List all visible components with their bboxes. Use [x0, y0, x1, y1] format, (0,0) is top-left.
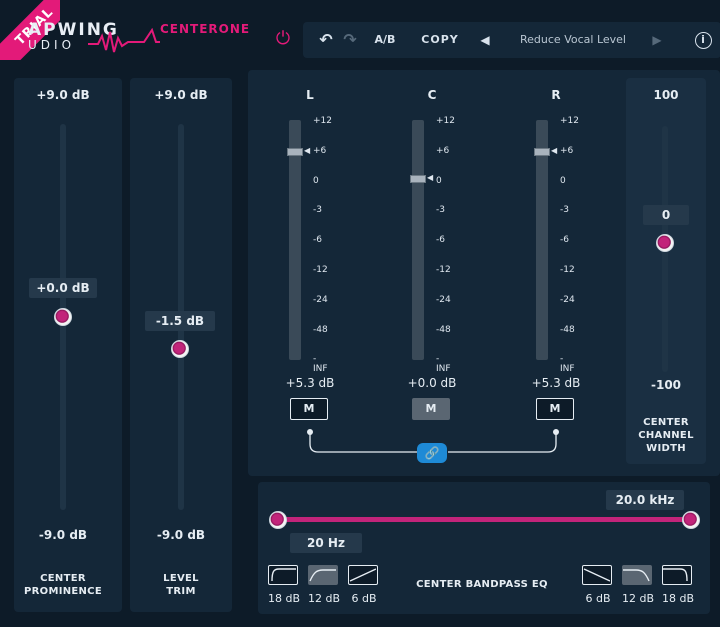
width-knob[interactable]	[656, 234, 674, 252]
width-min: -100	[650, 378, 682, 392]
toolbar: ↶ ↷ A/B COPY ◀ Reduce Vocal Level ▶ i	[303, 22, 720, 58]
undo-icon[interactable]: ↶	[315, 22, 337, 58]
meter-scale-tick: -48	[313, 324, 328, 335]
low-slope-12-button[interactable]	[308, 565, 338, 585]
meter-scale-tick: -3	[436, 205, 445, 216]
high-slope-12-button[interactable]	[622, 565, 652, 585]
meter-scale-tick: 0	[313, 175, 319, 186]
prominence-min: -9.0 dB	[38, 528, 88, 542]
high-slope-6-button[interactable]	[582, 565, 612, 585]
preset-name[interactable]: Reduce Vocal Level	[503, 22, 643, 58]
eq-low-knob[interactable]	[269, 511, 287, 529]
low-slope-12-label: 12 dB	[307, 592, 341, 605]
channel-R-pointer-icon: ◀	[551, 146, 558, 155]
brand-logo-sub: UDIO	[28, 38, 76, 52]
channel-L-meter[interactable]	[289, 120, 301, 360]
channel-L-name: L	[306, 88, 314, 102]
meter-scale-tick: 0	[436, 175, 442, 186]
high-slope-12-label: 12 dB	[621, 592, 655, 605]
meter-scale-tick: -6	[313, 235, 322, 246]
eq-high-knob[interactable]	[682, 511, 700, 529]
low-slope-18-button[interactable]	[268, 565, 298, 585]
eq-range-bar[interactable]	[278, 517, 690, 522]
mute-L-button[interactable]: M	[290, 398, 328, 420]
meter-scale-tick: -3	[313, 205, 322, 216]
meter-scale-tick: -INF	[560, 354, 575, 375]
ab-button[interactable]: A/B	[369, 22, 401, 58]
meter-scale-tick: +6	[313, 145, 327, 156]
low-slope-6-button[interactable]	[348, 565, 378, 585]
trim-max: +9.0 dB	[154, 88, 208, 102]
low-slope-18-label: 18 dB	[267, 592, 301, 605]
channel-R-name: R	[551, 88, 561, 102]
channel-R-gain: +5.3 dB	[531, 376, 581, 390]
meter-scale-tick: +6	[436, 145, 450, 156]
width-max: 100	[653, 88, 679, 102]
trim-label: LEVEL TRIM	[163, 573, 199, 597]
mute-C-button[interactable]: M	[412, 398, 450, 420]
channel-C-gain: +0.0 dB	[407, 376, 457, 390]
meter-scale-tick: -12	[313, 265, 328, 275]
meter-scale-tick: +6	[560, 145, 574, 156]
eq-low-value: 20 Hz	[290, 533, 362, 553]
meter-scale-tick: -INF	[313, 354, 328, 375]
meter-scale-tick: -12	[560, 265, 575, 275]
meter-scale-tick: +12	[560, 116, 579, 126]
meter-scale-tick: -6	[436, 235, 445, 246]
trim-knob[interactable]	[171, 340, 189, 358]
meter-scale-tick: +12	[313, 116, 332, 126]
high-slope-18-label: 18 dB	[661, 592, 695, 605]
mute-R-button[interactable]: M	[536, 398, 574, 420]
width-value: 0	[643, 205, 689, 225]
channel-L-fader[interactable]	[287, 148, 303, 156]
info-icon[interactable]: i	[691, 22, 715, 58]
link-icon[interactable]: 🔗	[417, 443, 447, 463]
waveform-logo-icon	[88, 28, 160, 53]
meter-scale-tick: 0	[560, 175, 566, 186]
prominence-knob[interactable]	[54, 308, 72, 326]
trim-value: -1.5 dB	[145, 311, 215, 331]
meter-scale-tick: -48	[560, 324, 575, 335]
high-slope-18-button[interactable]	[662, 565, 692, 585]
next-preset-icon[interactable]: ▶	[647, 22, 667, 58]
channel-R-fader[interactable]	[534, 148, 550, 156]
low-slope-6-label: 6 dB	[351, 592, 377, 605]
channel-C-pointer-icon: ◀	[427, 173, 434, 182]
redo-icon[interactable]: ↷	[339, 22, 361, 58]
product-name: CENTERONE	[160, 22, 251, 36]
power-icon[interactable]: ⏻	[273, 29, 293, 49]
channel-C-name: C	[427, 88, 437, 102]
high-slope-6-label: 6 dB	[585, 592, 611, 605]
prominence-max: +9.0 dB	[36, 88, 90, 102]
meter-scale-tick: -24	[436, 294, 451, 305]
meter-scale-tick: -6	[560, 235, 569, 246]
meter-scale-tick: -12	[436, 265, 451, 275]
meter-scale-tick: -24	[313, 294, 328, 305]
meter-scale-tick: -3	[560, 205, 569, 216]
channel-C-fader[interactable]	[410, 175, 426, 183]
prominence-label: CENTER PROMINENCE	[24, 573, 102, 597]
channel-L-pointer-icon: ◀	[304, 146, 311, 155]
prominence-value: +0.0 dB	[29, 278, 97, 298]
channel-L-gain: +5.3 dB	[285, 376, 335, 390]
channel-C-meter[interactable]	[412, 120, 424, 360]
eq-high-value: 20.0 kHz	[606, 490, 684, 510]
eq-title: CENTER BANDPASS EQ	[416, 579, 548, 590]
meter-scale-tick: -24	[560, 294, 575, 305]
prev-preset-icon[interactable]: ◀	[475, 22, 495, 58]
channel-R-meter[interactable]	[536, 120, 548, 360]
meter-scale-tick: -INF	[436, 354, 451, 375]
meter-scale-tick: +12	[436, 116, 455, 126]
meter-scale-tick: -48	[436, 324, 451, 335]
copy-button[interactable]: COPY	[415, 22, 465, 58]
trim-min: -9.0 dB	[156, 528, 206, 542]
width-label: CENTER CHANNEL WIDTH	[638, 417, 694, 454]
